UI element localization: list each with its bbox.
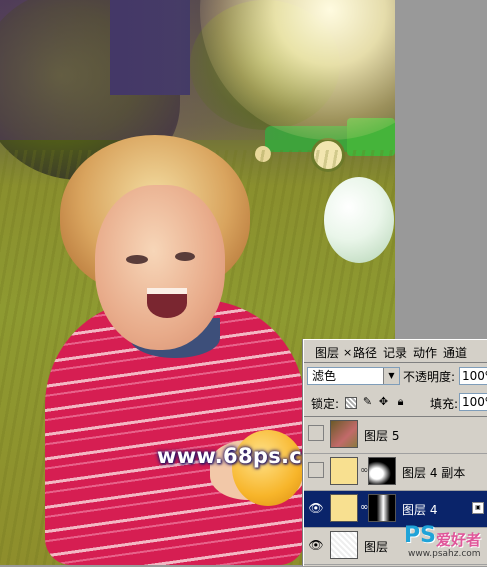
- opacity-input[interactable]: 100%: [459, 367, 487, 385]
- lock-transparent-icon[interactable]: [345, 397, 357, 409]
- orange-ball: [232, 430, 304, 506]
- layer-thumbnail: [330, 531, 358, 559]
- child-eye-right: [175, 252, 195, 261]
- visibility-toggle[interactable]: [308, 462, 324, 478]
- logo-site-name: 爱好者: [436, 531, 482, 549]
- blend-mode-value: 滤色: [312, 369, 337, 383]
- layer-name[interactable]: 图层: [364, 538, 388, 555]
- layer-thumbnail: [330, 420, 358, 448]
- tab-layers[interactable]: 图层: [315, 345, 340, 361]
- workspace-background: [395, 0, 487, 340]
- opacity-label: 不透明度:: [403, 370, 456, 384]
- layer-thumbnail: [330, 494, 358, 522]
- padlock-icon[interactable]: 🔒︎: [394, 395, 407, 408]
- fill-value: 100%: [462, 395, 487, 409]
- chevron-down-icon[interactable]: ▼: [383, 368, 399, 384]
- mask-indicator-icon: ▣: [472, 502, 484, 514]
- panel-tabs: 图层 × 路径 记录 动作 通道: [304, 340, 487, 363]
- tab-actions[interactable]: 动作: [413, 345, 437, 361]
- logo-url: www.psahz.com: [408, 549, 481, 559]
- layer-row-4-copy[interactable]: ∞ 图层 4 副本: [304, 454, 487, 491]
- close-icon[interactable]: ×: [343, 345, 352, 361]
- fill-input[interactable]: 100%: [459, 393, 487, 411]
- layer-mask-thumbnail[interactable]: [368, 494, 396, 522]
- opacity-value: 100%: [462, 369, 487, 383]
- layer-thumbnail: [330, 457, 358, 485]
- blend-mode-select[interactable]: 滤色 ▼: [307, 367, 400, 385]
- layer-name[interactable]: 图层 4: [402, 501, 437, 518]
- eye-icon[interactable]: 👁︎: [308, 538, 324, 552]
- brush-icon[interactable]: ✎: [361, 395, 374, 408]
- layer-name[interactable]: 图层 4 副本: [402, 464, 465, 481]
- white-ball: [324, 177, 394, 263]
- layer-name[interactable]: 图层 5: [364, 427, 399, 444]
- visibility-toggle[interactable]: [308, 425, 324, 441]
- child-eye-left: [126, 255, 148, 264]
- eye-icon[interactable]: 👁︎: [308, 501, 324, 515]
- lock-label: 锁定:: [311, 397, 340, 411]
- logo-ps: PS: [404, 523, 436, 548]
- child-face: [95, 185, 225, 350]
- layer-mask-thumbnail[interactable]: [368, 457, 396, 485]
- move-icon[interactable]: ✥: [377, 395, 390, 408]
- site-logo-badge: PS 爱好者 www.psahz.com: [404, 521, 487, 565]
- tab-history[interactable]: 记录: [383, 345, 407, 361]
- fill-label: 填充:: [430, 397, 459, 411]
- layer-row-5[interactable]: 图层 5: [304, 417, 487, 454]
- tab-paths[interactable]: 路径: [353, 345, 377, 361]
- tab-channels[interactable]: 通道: [443, 345, 467, 361]
- child-mouth: [147, 288, 187, 318]
